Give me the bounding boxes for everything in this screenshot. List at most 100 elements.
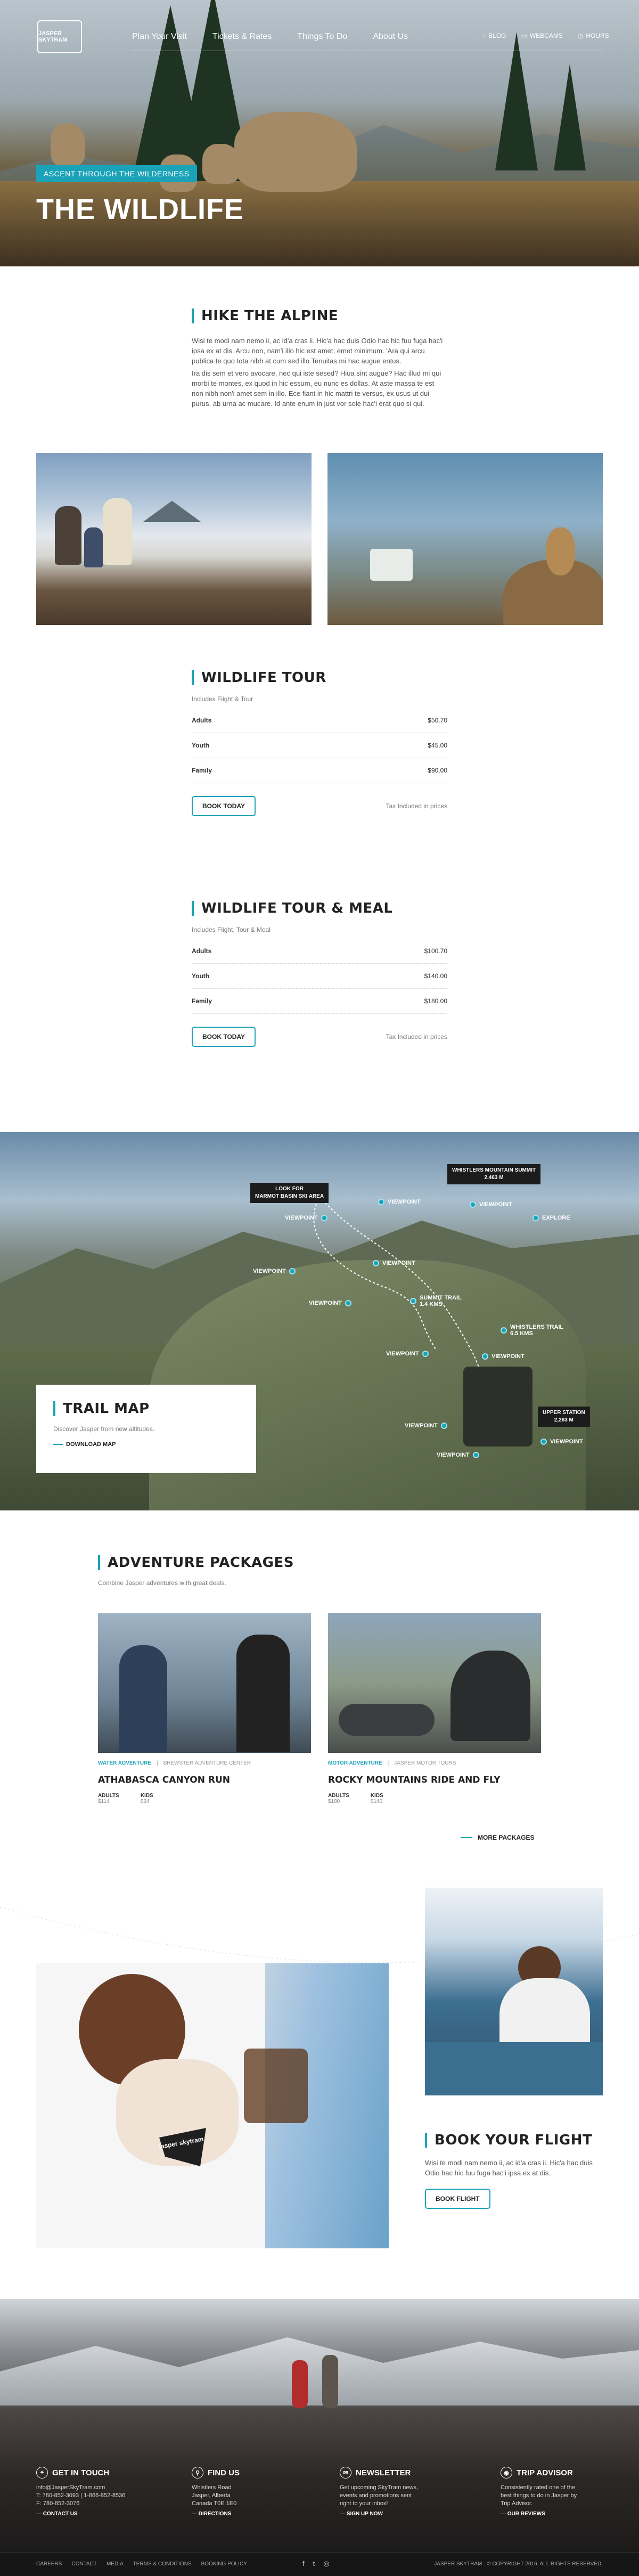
arrow-line-icon	[461, 1837, 472, 1838]
tour-heading: WILDLIFE TOUR & MEAL	[192, 900, 447, 916]
map-pin[interactable]: VIEWPOINT	[540, 1439, 583, 1445]
instagram-icon[interactable]: ◎	[323, 2559, 329, 2568]
main-nav: Plan Your Visit Tickets & Rates Things T…	[132, 32, 408, 42]
camera-icon: ▭	[521, 32, 527, 39]
map-pin[interactable]: VIEWPOINT	[482, 1353, 525, 1360]
newsletter-text: Get upcoming SkyTram news,	[340, 2484, 418, 2491]
tree-illustration	[495, 32, 538, 170]
book-flight-heading: BOOK YOUR FLIGHT	[425, 2132, 603, 2148]
nav-tickets-rates[interactable]: Tickets & Rates	[212, 32, 272, 42]
contact-us-link[interactable]: — CONTACT US	[36, 2511, 159, 2517]
price-row: Adults $100.70	[192, 939, 447, 964]
package-title: ATHABASCA CANYON RUN	[98, 1775, 231, 1785]
location-icon: ⌖	[36, 2467, 48, 2479]
map-pin[interactable]: VIEWPOINT	[386, 1351, 429, 1357]
scenery-photo	[425, 1888, 603, 2095]
nav-plan-your-visit[interactable]: Plan Your Visit	[132, 32, 187, 42]
intro-paragraph: Ira dis sem et vero avocare, nec qui ist…	[192, 369, 441, 408]
tour-heading: WILDLIFE TOUR	[192, 670, 447, 686]
book-today-button[interactable]: BOOK TODAY	[192, 1027, 256, 1047]
chat-icon: ◌	[482, 32, 486, 39]
footer-hero-photo	[0, 2299, 639, 2576]
facebook-icon[interactable]: f	[302, 2559, 305, 2568]
logo-text: JASPER SKYTRAM	[38, 30, 68, 43]
trail-map-heading: TRAIL MAP	[53, 1401, 239, 1417]
social-links: f t ◎	[302, 2559, 330, 2568]
map-pin[interactable]: VIEWPOINT	[309, 1300, 351, 1306]
twitter-icon[interactable]: t	[313, 2559, 315, 2568]
tour-subtitle: Includes Flight & Tour	[192, 695, 253, 703]
arrow-line-icon	[53, 1444, 63, 1445]
footer-link-media[interactable]: MEDIA	[106, 2561, 124, 2567]
more-packages-link[interactable]: MORE PACKAGES	[461, 1834, 534, 1841]
price-row: Family $180.00	[192, 989, 447, 1014]
tour-subtitle: Includes Flight, Tour & Meal	[192, 926, 271, 933]
map-pin[interactable]: SUMMIT TRAIL 1.4 KMS	[410, 1295, 462, 1307]
site-logo[interactable]: JASPER SKYTRAM	[37, 20, 82, 53]
chipmunk-photo	[327, 453, 603, 625]
book-flight-section: BOOK YOUR FLIGHT Wisi te modi nam nemo i…	[425, 2132, 603, 2209]
footer-link-careers[interactable]: CAREERS	[36, 2561, 62, 2567]
util-webcams[interactable]: ▭ WEBCAMS	[521, 32, 563, 39]
our-reviews-link[interactable]: — OUR REVIEWS	[501, 2511, 607, 2517]
packages-subtitle: Combine Jasper adventures with great dea…	[98, 1579, 226, 1587]
envelope-icon: ✉	[340, 2467, 351, 2479]
map-pin[interactable]: EXPLORE	[532, 1215, 570, 1221]
goat-figure	[51, 124, 85, 166]
package-photo	[328, 1613, 541, 1753]
map-tag: UPPER STATION 2,263 M	[538, 1407, 590, 1427]
contact-email-link[interactable]: info@JasperSkyTram.com	[36, 2484, 159, 2492]
book-today-button[interactable]: BOOK TODAY	[192, 796, 256, 816]
copyright: JASPER SKYTRAM · © COPYRIGHT 2016. ALL R…	[434, 2561, 603, 2567]
package-card[interactable]: MOTOR ADVENTURE | JASPER MOTOR TOURS ROCKY…	[328, 1613, 541, 1805]
package-category: MOTOR ADVENTURE	[328, 1760, 382, 1766]
footer-col-contact: ⌖ GET IN TOUCH info@JasperSkyTram.com T: …	[36, 2467, 159, 2517]
sign-up-link[interactable]: — SIGN UP NOW	[340, 2511, 462, 2517]
package-price: KIDS $140	[370, 1793, 383, 1805]
nav-things-to-do[interactable]: Things To Do	[297, 32, 347, 42]
map-pin[interactable]: VIEWPOINT	[373, 1260, 415, 1266]
map-pin[interactable]: WHISTLERS TRAIL 6.5 KMS	[501, 1324, 563, 1337]
owl-icon: ◉	[501, 2467, 512, 2479]
contact-phone: T: 780-852-3093 | 1-866-852-8536	[36, 2492, 126, 2499]
package-photo	[98, 1613, 311, 1753]
map-pin[interactable]: VIEWPOINT	[378, 1199, 421, 1205]
intro-section: HIKE THE ALPINE Wisi te modi nam nemo ii…	[192, 308, 447, 409]
tram-station	[463, 1367, 532, 1447]
map-pin[interactable]: VIEWPOINT	[253, 1268, 296, 1274]
footer-link-contact[interactable]: CONTACT	[71, 2561, 97, 2567]
package-partner: BREWSTER ADVENTURE CENTER	[163, 1760, 251, 1766]
util-hours[interactable]: ◷ HOURS	[578, 32, 609, 39]
footer-col-trip-advisor: ◉ TRIP ADVISOR Consistently rated one of …	[501, 2467, 607, 2517]
footer-link-booking-policy[interactable]: BOOKING POLICY	[201, 2561, 247, 2567]
footer-link-terms[interactable]: TERMS & CONDITIONS	[133, 2561, 192, 2567]
goat-figure	[234, 112, 357, 192]
map-pin[interactable]: VIEWPOINT	[285, 1215, 327, 1221]
nav-about-us[interactable]: About Us	[373, 32, 408, 42]
util-blog[interactable]: ◌ BLOG	[482, 32, 506, 39]
tour-section: WILDLIFE TOUR Includes Flight & Tour Adu…	[192, 670, 447, 816]
map-pin[interactable]: VIEWPOINT	[405, 1423, 447, 1429]
map-pin[interactable]: VIEWPOINT	[437, 1452, 479, 1458]
utility-nav: ◌ BLOG ▭ WEBCAMS ◷ HOURS	[482, 32, 609, 39]
package-partner: JASPER MOTOR TOURS	[394, 1760, 456, 1766]
map-pin[interactable]: VIEWPOINT	[470, 1201, 512, 1208]
price-row: Family $90.00	[192, 758, 447, 783]
tax-note: Tax Included in prices	[386, 1033, 447, 1041]
book-flight-text: Wisi te modi nam nemo ii, ac id'a cras i…	[425, 2159, 593, 2177]
trip-advisor-text: best things to do in Jasper by	[501, 2492, 577, 2499]
package-category: WATER ADVENTURE	[98, 1760, 151, 1766]
package-price: KIDS $64	[140, 1793, 153, 1805]
directions-link[interactable]: — DIRECTIONS	[192, 2511, 314, 2517]
price-row: Adults $50.70	[192, 708, 447, 733]
download-map-link[interactable]: DOWNLOAD MAP	[53, 1441, 239, 1448]
map-tag: LOOK FOR MARMOT BASIN SKI AREA	[250, 1183, 329, 1203]
footer-col-find-us: ⚲ FIND US Whistlers Road Jasper, Alberta …	[192, 2467, 314, 2517]
package-price: ADULTS $114	[98, 1793, 119, 1805]
address-line: Whistlers Road	[192, 2484, 232, 2491]
trail-map-card: TRAIL MAP Discover Jasper from new altit…	[36, 1385, 256, 1473]
book-flight-button[interactable]: BOOK FLIGHT	[425, 2189, 490, 2209]
clock-icon: ◷	[577, 32, 584, 39]
coffee-photo: jasper skytram	[36, 1963, 389, 2248]
package-card[interactable]: WATER ADVENTURE | BREWSTER ADVENTURE CENTE…	[98, 1613, 311, 1805]
